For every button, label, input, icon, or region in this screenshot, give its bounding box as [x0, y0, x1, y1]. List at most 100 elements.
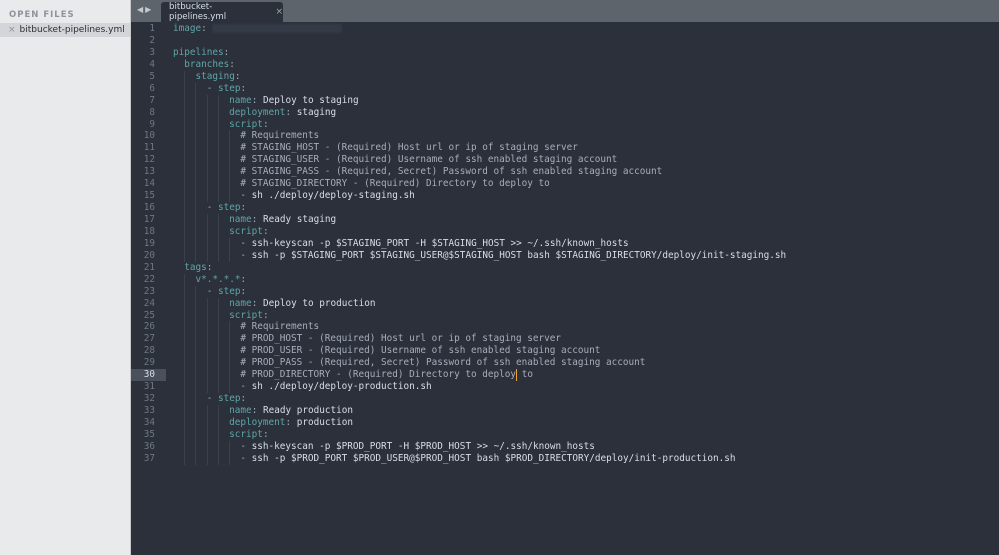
code-line[interactable]: # STAGING_PASS - (Required, Secret) Pass… — [173, 166, 786, 179]
code-line[interactable]: image: — [173, 23, 786, 35]
indent-guide — [195, 142, 206, 155]
code-line[interactable]: # STAGING_USER - (Required) Username of … — [173, 154, 786, 167]
indent-guide — [184, 321, 195, 334]
code-line[interactable]: name: Ready staging — [173, 214, 786, 226]
comment: # STAGING_HOST - (Required) Host url or … — [240, 142, 578, 154]
yaml-key: script — [229, 118, 263, 130]
close-icon[interactable]: × — [8, 25, 16, 35]
line-number: 16 — [143, 202, 155, 214]
code-line[interactable]: deployment: staging — [173, 106, 786, 119]
indent-guide — [229, 190, 240, 203]
line-number: 26 — [143, 321, 155, 333]
indent-guide — [217, 214, 229, 226]
indent-guide — [173, 298, 184, 310]
code-line[interactable]: staging: — [173, 70, 786, 83]
code-line[interactable]: - step: — [173, 285, 786, 298]
code-line[interactable]: - sh ./deploy/deploy-staging.sh — [173, 190, 786, 203]
indent-guide — [195, 297, 206, 310]
indent-guide — [173, 262, 184, 274]
indent-guide — [217, 142, 229, 155]
indent-guide — [206, 142, 218, 155]
list-dash: - — [240, 190, 252, 202]
indent-guide — [206, 452, 218, 465]
code-line[interactable]: - step: — [173, 202, 786, 214]
code-line[interactable]: script: — [173, 118, 786, 131]
indent-guide — [206, 321, 218, 334]
open-file-item[interactable]: × bitbucket-pipelines.yml — [0, 23, 130, 37]
indent-guide — [184, 202, 195, 214]
code-line[interactable]: # Requirements — [173, 130, 786, 143]
indent-guide — [229, 249, 240, 262]
line-number: 12 — [143, 154, 155, 166]
tab-nav-arrows-icon[interactable]: ◀▶ — [137, 5, 153, 14]
close-icon[interactable]: × — [275, 7, 283, 17]
code-line[interactable]: # PROD_HOST - (Required) Host url or ip … — [173, 333, 786, 346]
indent-guide — [195, 357, 206, 370]
code-line[interactable]: - ssh-keyscan -p $STAGING_PORT -H $STAGI… — [173, 237, 786, 250]
line-number: 34 — [143, 416, 155, 428]
yaml-key: script — [229, 309, 263, 321]
code-line[interactable]: - ssh-keyscan -p $PROD_PORT -H $PROD_HOS… — [173, 440, 786, 453]
indent-guide — [184, 452, 195, 465]
code-line[interactable]: pipelines: — [173, 47, 786, 59]
code-line[interactable]: # STAGING_HOST - (Required) Host url or … — [173, 142, 786, 155]
tab-bitbucket-pipelines[interactable]: bitbucket-pipelines.yml × — [161, 2, 283, 22]
indent-guide — [184, 333, 195, 346]
line-number: 18 — [143, 225, 155, 237]
indent-guide — [195, 369, 206, 382]
line-number: 22 — [143, 273, 155, 285]
code-line[interactable]: script: — [173, 225, 786, 238]
code-line[interactable]: script: — [173, 309, 786, 322]
indent-guide — [195, 130, 206, 143]
code-line[interactable]: - step: — [173, 393, 786, 405]
indent-guide — [217, 440, 229, 453]
code-line[interactable]: name: Deploy to production — [173, 297, 786, 310]
line-number: 2 — [149, 34, 155, 46]
indent-guide — [206, 428, 218, 441]
indent-guide — [217, 381, 229, 394]
indent-guide — [173, 286, 184, 298]
code-editor[interactable]: image: pipelines: branches: staging: - step:… — [173, 23, 786, 465]
code-line[interactable]: # Requirements — [173, 321, 786, 334]
indent-guide — [184, 225, 195, 238]
code-line[interactable]: - ssh -p $PROD_PORT $PROD_USER@$PROD_HOS… — [173, 452, 786, 465]
comment: # STAGING_USER - (Required) Username of … — [240, 154, 618, 166]
list-dash: - — [206, 82, 218, 94]
line-number: 28 — [143, 345, 155, 357]
code-line[interactable]: deployment: production — [173, 416, 786, 429]
code-line[interactable]: tags: — [173, 262, 786, 274]
indent-guide — [184, 142, 195, 155]
code-line[interactable]: - ssh -p $STAGING_PORT $STAGING_USER@$ST… — [173, 249, 787, 262]
colon: : — [240, 273, 247, 285]
code-line[interactable]: # PROD_USER - (Required) Username of ssh… — [173, 345, 786, 358]
code-line[interactable] — [173, 35, 786, 47]
indent-guide — [217, 416, 229, 429]
code-line[interactable]: name: Deploy to staging — [173, 94, 786, 107]
indent-guide — [217, 452, 229, 465]
colon: : — [251, 297, 258, 309]
code-line[interactable]: - step: — [173, 82, 786, 95]
line-number: 17 — [143, 214, 155, 225]
indent-guide — [173, 310, 184, 322]
colon: : — [240, 202, 247, 214]
comment: # STAGING_DIRECTORY - (Required) Directo… — [240, 178, 550, 190]
code-line[interactable]: v*.*.*.*: — [173, 273, 786, 286]
indent-guide — [229, 237, 240, 250]
code-line[interactable]: name: Ready production — [173, 405, 786, 417]
code-line[interactable]: # STAGING_DIRECTORY - (Required) Directo… — [173, 178, 786, 191]
yaml-key: tags — [184, 261, 207, 273]
yaml-value: Deploy to production — [262, 297, 376, 309]
code-line[interactable]: - sh ./deploy/deploy-production.sh — [173, 381, 786, 394]
code-line[interactable]: # PROD_DIRECTORY - (Required) Directory … — [173, 369, 786, 382]
list-dash: - — [206, 393, 218, 405]
command-text: ssh -p $STAGING_PORT $STAGING_USER@$STAG… — [251, 249, 787, 261]
code-line[interactable]: # PROD_PASS - (Required, Secret) Passwor… — [173, 357, 786, 370]
indent-guide — [206, 357, 218, 370]
indent-guide — [195, 428, 206, 441]
indent-guide — [195, 106, 206, 119]
line-number: 13 — [143, 166, 155, 178]
code-line[interactable]: branches: — [173, 59, 786, 71]
code-line[interactable]: script: — [173, 428, 786, 441]
indent-guide — [217, 237, 229, 250]
indent-guide — [206, 237, 218, 250]
